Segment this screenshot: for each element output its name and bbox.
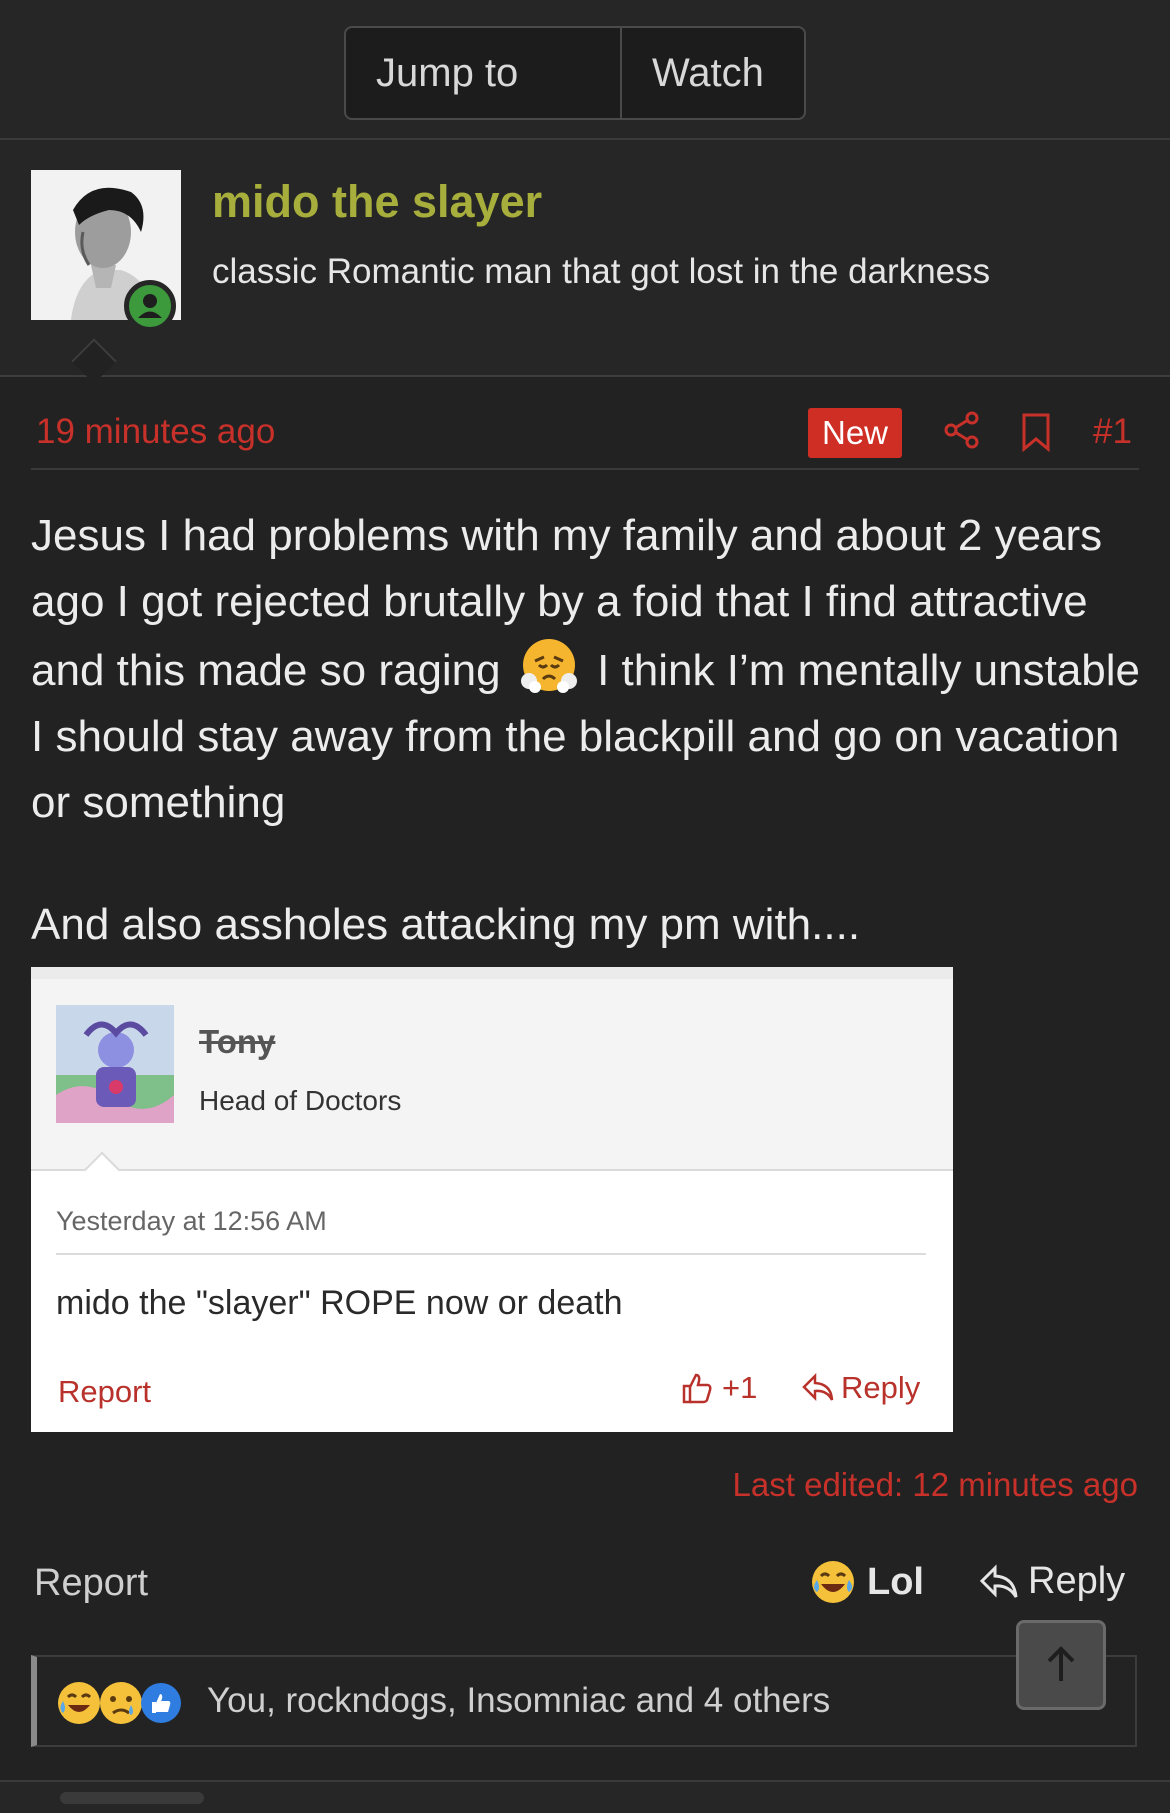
sad-emoji-icon — [100, 1682, 142, 1724]
reply-label: Reply — [1028, 1560, 1126, 1602]
post-text: Jesus I had problems with my family and … — [31, 503, 1141, 836]
arrow-up-icon — [1047, 1646, 1075, 1681]
button-group: Jump to new Watch — [344, 26, 806, 120]
thumbs-up-emoji-icon — [141, 1683, 181, 1723]
post-body: Jesus I had problems with my family and … — [31, 503, 1141, 836]
thumbs-up-icon — [682, 1373, 712, 1404]
thread-toolbar: Jump to new Watch — [0, 0, 1170, 140]
quote-author-avatar[interactable] — [56, 1005, 174, 1123]
bookmark-icon[interactable] — [1020, 412, 1052, 457]
lol-label: Lol — [867, 1560, 924, 1603]
author-name[interactable]: mido the slayer — [212, 176, 542, 228]
reactions-summary[interactable]: You, rockndogs, Insomniac and 4 others — [207, 1681, 830, 1721]
quote-timestamp[interactable]: Yesterday at 12:56 AM — [56, 1206, 327, 1237]
lol-reaction-button[interactable]: Lol — [809, 1558, 924, 1606]
post-text-line2: And also assholes attacking my pm with..… — [31, 900, 861, 949]
steam-from-nose-emoji-icon — [519, 635, 579, 695]
reply-button[interactable]: Reply — [978, 1560, 1125, 1603]
new-badge: New — [808, 408, 903, 458]
quote-report-link[interactable]: Report — [58, 1374, 151, 1410]
embedded-profile-post: Tony Head of Doctors Yesterday at 12:56 … — [31, 967, 953, 1432]
reactions-bar[interactable]: You, rockndogs, Insomniac and 4 others — [31, 1655, 1137, 1747]
reply-icon — [802, 1373, 834, 1402]
quote-message: mido the "slayer" ROPE now or death — [56, 1284, 623, 1322]
scroll-to-top-button[interactable] — [1016, 1620, 1106, 1710]
laughing-crying-emoji-icon — [58, 1682, 100, 1724]
next-post-handle — [60, 1792, 204, 1804]
author-title: classic Romantic man that got lost in th… — [212, 252, 991, 291]
quote-like-count: +1 — [722, 1370, 758, 1405]
share-icon[interactable] — [942, 410, 982, 455]
post-actions: Report Lol Reply — [34, 1558, 1134, 1618]
quote-header: Tony Head of Doctors — [31, 979, 953, 1189]
post-number[interactable]: #1 — [1093, 412, 1132, 452]
quote-reply-label: Reply — [841, 1370, 921, 1405]
last-edited-note[interactable]: Last edited: 12 minutes ago — [733, 1466, 1138, 1504]
reply-icon — [979, 1563, 1018, 1598]
quote-reply-button[interactable]: Reply — [801, 1370, 920, 1406]
author-pointer — [71, 338, 117, 384]
online-status-icon — [124, 280, 176, 332]
quote-author-name[interactable]: Tony — [199, 1023, 275, 1061]
post-timestamp[interactable]: 19 minutes ago — [36, 412, 275, 452]
laughing-crying-emoji-icon — [812, 1561, 854, 1603]
jump-to-new-button[interactable]: Jump to new — [346, 28, 622, 118]
next-post-edge — [0, 1780, 1170, 1813]
post-author-block: mido the slayer classic Romantic man tha… — [0, 140, 1170, 384]
reaction-icons — [55, 1677, 185, 1729]
quote-author-title: Head of Doctors — [199, 1085, 402, 1116]
report-link[interactable]: Report — [34, 1562, 148, 1605]
watch-button[interactable]: Watch — [622, 28, 804, 118]
quote-divider — [56, 1253, 926, 1255]
quote-pointer — [83, 1151, 121, 1189]
post-meta: 19 minutes ago New #1 — [31, 400, 1139, 470]
quote-like-button[interactable]: +1 — [680, 1370, 757, 1406]
